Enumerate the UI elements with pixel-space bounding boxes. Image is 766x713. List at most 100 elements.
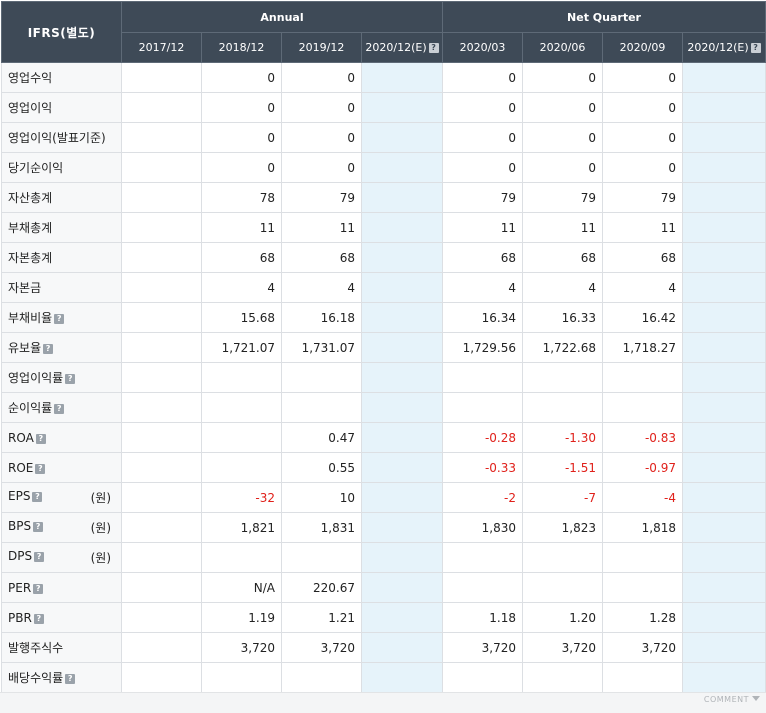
value-cell <box>201 662 282 693</box>
table-row: 영업수익 0 0 0 0 0 <box>1 62 766 93</box>
help-icon[interactable]: ? <box>54 404 65 414</box>
row-label: 유보율 <box>8 341 42 355</box>
value-cell <box>121 632 202 663</box>
table-row: 자산총계 78 79 79 79 79 <box>1 182 766 213</box>
value-cell: 68 <box>281 242 362 273</box>
help-icon[interactable]: ? <box>33 522 44 532</box>
value-cell <box>442 392 524 423</box>
row-label: 영업이익률 <box>8 371 64 385</box>
help-icon[interactable]: ? <box>35 433 46 444</box>
value-cell: 3,720 <box>281 632 362 663</box>
value-cell: 78 <box>201 182 282 213</box>
value-cell <box>121 482 202 513</box>
value-cell <box>682 242 766 273</box>
value-cell <box>522 392 604 423</box>
value-cell <box>201 392 282 423</box>
value-cell: 1.21 <box>281 602 362 633</box>
table-row: 부채비율? 15.68 16.18 16.34 16.33 16.42 <box>1 302 766 333</box>
value-cell <box>360 572 444 603</box>
help-icon[interactable]: ? <box>33 613 44 624</box>
row-label-cell: 영업이익률? <box>1 362 122 393</box>
value-cell: 0 <box>281 92 362 123</box>
value-cell <box>682 92 766 123</box>
table-row: 자본금 4 4 4 4 4 <box>1 272 766 303</box>
value-cell: 0.55 <box>281 452 362 483</box>
row-label-cell: BPS? (원) <box>1 512 122 543</box>
period-label: 2019/12 <box>298 41 345 54</box>
table-row: 당기순이익 0 0 0 0 0 <box>1 152 766 183</box>
value-cell <box>602 572 684 603</box>
value-cell: 10 <box>281 482 362 513</box>
help-icon[interactable]: ? <box>54 314 65 324</box>
row-label: ROA <box>8 430 34 445</box>
help-icon[interactable]: ? <box>65 374 76 384</box>
row-label: ROE <box>8 460 34 475</box>
value-cell: 11 <box>442 212 524 243</box>
help-icon[interactable]: ? <box>43 344 54 354</box>
value-cell: 0 <box>442 92 524 123</box>
value-cell: 3,720 <box>201 632 282 663</box>
value-cell: 0 <box>522 122 604 153</box>
help-icon[interactable]: ? <box>35 463 46 474</box>
period-header: 2018/12 <box>201 32 282 63</box>
row-label-cell: 영업이익 <box>1 92 122 123</box>
comment-label: COMMENT <box>703 695 749 704</box>
value-cell <box>682 602 766 633</box>
value-cell: 0 <box>201 92 282 123</box>
help-icon[interactable]: ? <box>32 492 43 502</box>
table-row: BPS? (원) 1,821 1,831 1,830 1,823 1,818 <box>1 512 766 543</box>
value-cell: 68 <box>602 242 684 273</box>
period-label: 2020/09 <box>619 41 666 54</box>
value-cell: 0 <box>281 62 362 93</box>
row-label: PER <box>8 580 32 595</box>
table-row: 순이익률? <box>1 392 766 423</box>
comment-toggle[interactable]: COMMENT <box>704 695 760 704</box>
row-label: 부채총계 <box>8 221 53 235</box>
value-cell: 4 <box>201 272 282 303</box>
value-cell: -0.33 <box>442 452 524 483</box>
help-icon[interactable]: ? <box>65 674 76 684</box>
financial-table: IFRS(별도) Annual Net Quarter 2017/12 2018/… <box>1 1 766 693</box>
value-cell: 11 <box>602 212 684 243</box>
value-cell <box>360 92 444 123</box>
value-cell: 0 <box>442 62 524 93</box>
value-cell: -4 <box>602 482 684 513</box>
value-cell <box>682 152 766 183</box>
value-cell: 3,720 <box>602 632 684 663</box>
value-cell: 1,729.56 <box>442 332 524 363</box>
row-label-cell: ROE? <box>1 452 122 483</box>
value-cell: 0 <box>602 122 684 153</box>
value-cell <box>682 452 766 483</box>
value-cell <box>442 662 524 693</box>
row-label-cell: 당기순이익 <box>1 152 122 183</box>
period-label: 2020/03 <box>459 41 506 54</box>
value-cell <box>360 122 444 153</box>
value-cell <box>602 362 684 393</box>
row-label-cell: 발행주식수 <box>1 632 122 663</box>
row-label: 발행주식수 <box>8 641 64 655</box>
value-cell <box>682 542 766 573</box>
value-cell: 16.18 <box>281 302 362 333</box>
unit-label: (원) <box>90 551 111 565</box>
help-icon[interactable]: ? <box>33 583 44 594</box>
value-cell <box>281 392 362 423</box>
value-cell: 1.20 <box>522 602 604 633</box>
row-label: 영업수익 <box>8 71 53 85</box>
value-cell <box>121 212 202 243</box>
value-cell: -0.83 <box>602 422 684 453</box>
table-footer-bar <box>0 692 766 713</box>
help-icon[interactable]: ? <box>428 43 439 53</box>
value-cell <box>121 92 202 123</box>
help-icon[interactable]: ? <box>750 43 761 53</box>
value-cell <box>360 662 444 693</box>
value-cell <box>682 632 766 663</box>
value-cell <box>201 542 282 573</box>
table-row: 영업이익(발표기준) 0 0 0 0 0 <box>1 122 766 153</box>
value-cell: 0 <box>602 152 684 183</box>
help-icon[interactable]: ? <box>34 552 45 562</box>
value-cell <box>360 62 444 93</box>
net-quarter-header: Net Quarter <box>442 1 766 33</box>
table-row: 배당수익률? <box>1 662 766 693</box>
value-cell <box>682 332 766 363</box>
value-cell <box>360 302 444 333</box>
